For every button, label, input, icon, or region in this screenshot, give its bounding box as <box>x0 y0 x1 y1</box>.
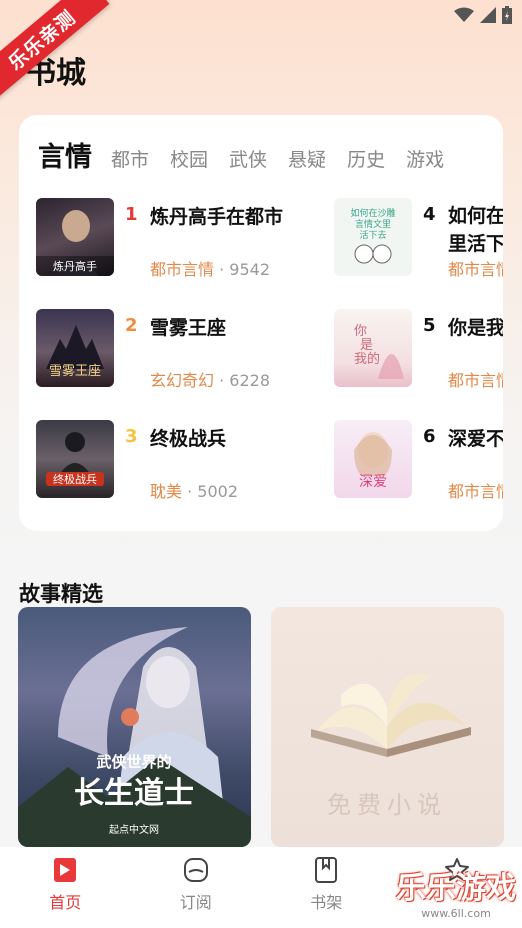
book-meta: 都市言情 · 9542 <box>150 260 270 279</box>
category-tabs: 言情 都市 校园 武侠 悬疑 历史 游戏 <box>38 135 465 174</box>
story-card[interactable]: 武侠世界的 长生道士 起点中文网 <box>18 607 251 847</box>
book-title: 雪雾王座 <box>150 317 227 339</box>
book-item[interactable]: 终极战兵 3 终极战兵 耽美 · 5002 <box>36 420 336 501</box>
rank-number: 2 <box>125 315 138 336</box>
svg-text:深爱: 深爱 <box>359 474 387 490</box>
section-title-featured: 故事精选 <box>19 582 103 606</box>
book-item[interactable]: 炼丹高手 1 炼丹高手在都市 都市言情 · 9542 <box>36 198 336 279</box>
book-cover: 终极战兵 <box>36 420 114 498</box>
book-meta: 都市言情 <box>448 482 503 501</box>
bottom-nav: 首页 订阅 书架 乐乐游戏 www.6ll.com <box>0 847 522 928</box>
tab-wuxia[interactable]: 武侠 <box>229 145 267 172</box>
rank-number: 1 <box>125 204 138 225</box>
svg-text:雪雾王座: 雪雾王座 <box>49 364 101 379</box>
book-title: 炼丹高手在都市 <box>150 206 284 228</box>
signal-icon <box>480 7 496 23</box>
book-title: 如何在 里活下 <box>448 205 503 255</box>
rank-number: 4 <box>423 204 436 225</box>
tab-lishi[interactable]: 历史 <box>347 145 385 172</box>
nav-subscribe[interactable]: 订阅 <box>131 847 262 928</box>
book-item[interactable]: 你是我的 5 你是我的 都市言情 <box>334 309 503 390</box>
book-title: 你是我的 <box>448 317 503 339</box>
rank-number: 6 <box>423 426 436 447</box>
book-cover: 你是我的 <box>334 309 412 387</box>
svg-text:免费小说: 免费小说 <box>327 791 447 819</box>
tab-xuanyi[interactable]: 悬疑 <box>288 145 326 172</box>
bookshelf-icon <box>315 857 338 883</box>
book-title: 终极战兵 <box>150 428 227 450</box>
home-icon <box>54 858 77 882</box>
nav-label: 首页 <box>49 893 82 912</box>
svg-text:如何在沙雕: 如何在沙雕 <box>350 207 395 219</box>
svg-text:是: 是 <box>360 338 373 353</box>
nav-bookshelf[interactable]: 书架 <box>261 847 392 928</box>
ranking-card: 言情 都市 校园 武侠 悬疑 历史 游戏 炼丹高手 1 炼丹高手在都市 都市言情… <box>19 115 503 531</box>
watermark: 乐乐游戏 www.6ll.com <box>396 871 516 920</box>
tab-youxi[interactable]: 游戏 <box>406 145 444 172</box>
book-item[interactable]: 如何在沙雕言情文里活下去 4 如何在里活下 都市言情 <box>334 198 503 279</box>
svg-text:终极战兵: 终极战兵 <box>53 472 97 486</box>
svg-text:长生道士: 长生道士 <box>74 776 194 811</box>
book-item[interactable]: 雪雾王座 2 雪雾王座 玄幻奇幻 · 6228 <box>36 309 336 390</box>
book-item[interactable]: 深爱 6 深爱不言情 都市言情 <box>334 420 503 501</box>
nav-label: 书架 <box>310 893 343 912</box>
nav-label: 订阅 <box>179 893 212 912</box>
svg-text:我的: 我的 <box>354 351 380 367</box>
svg-text:活下去: 活下去 <box>359 229 386 241</box>
book-cover: 雪雾王座 <box>36 309 114 387</box>
book-meta: 耽美 · 5002 <box>150 482 238 501</box>
svg-text:武侠世界的: 武侠世界的 <box>96 753 171 771</box>
book-title: 深爱不言情 <box>448 428 503 450</box>
tab-yanqing[interactable]: 言情 <box>38 135 92 174</box>
book-meta: 玄幻奇幻 · 6228 <box>150 371 270 390</box>
battery-icon <box>502 6 512 24</box>
tab-dushi[interactable]: 都市 <box>111 145 149 172</box>
rank-number: 5 <box>423 315 436 336</box>
svg-text:你: 你 <box>354 324 367 339</box>
subscribe-icon <box>183 858 208 882</box>
story-card[interactable]: 免费小说 <box>271 607 504 847</box>
book-cover: 如何在沙雕 言情文里 活下去 <box>334 198 412 276</box>
wifi-icon <box>454 7 474 22</box>
svg-text:炼丹高手: 炼丹高手 <box>53 259 97 273</box>
tab-xiaoyuan[interactable]: 校园 <box>170 145 208 172</box>
book-meta: 都市言情 <box>448 260 503 279</box>
book-cover: 炼丹高手 <box>36 198 114 276</box>
book-meta: 都市言情 <box>448 371 503 390</box>
svg-text:言情文里: 言情文里 <box>355 218 391 230</box>
book-cover: 深爱 <box>334 420 412 498</box>
nav-home[interactable]: 首页 <box>0 847 131 928</box>
svg-text:起点中文网: 起点中文网 <box>109 823 159 836</box>
rank-number: 3 <box>125 426 138 447</box>
